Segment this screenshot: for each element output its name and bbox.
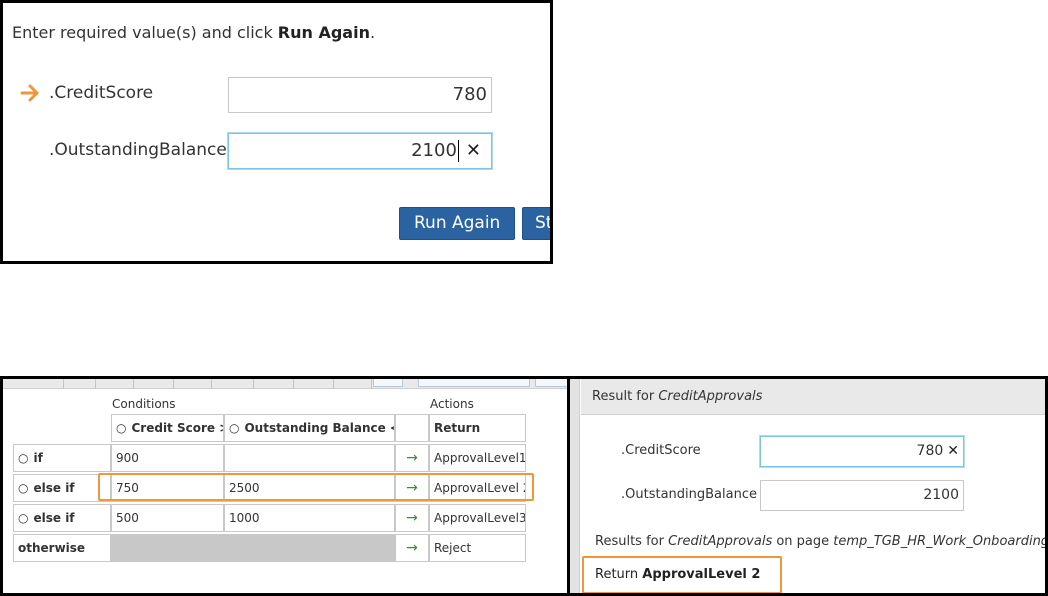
result-balance-input[interactable]: 2100 xyxy=(760,480,964,511)
cell-return-row4[interactable]: Reject xyxy=(429,534,526,562)
result-credit-score-input[interactable]: 780 ✕ xyxy=(760,436,964,467)
cell-balance-row4 xyxy=(224,534,395,562)
ring-icon: ○ xyxy=(18,451,29,465)
result-balance-value: 2100 xyxy=(923,487,959,503)
outstanding-balance-label: .OutstandingBalance xyxy=(49,140,227,160)
instruction-bold: Run Again xyxy=(277,23,370,42)
run-again-button[interactable]: Run Again xyxy=(399,207,516,240)
result-header-rule: CreditApprovals xyxy=(658,389,763,404)
cell-balance-row1[interactable] xyxy=(224,444,395,472)
cell-credit-row1[interactable]: 900 xyxy=(111,444,224,472)
ring-icon: ○ xyxy=(229,421,240,435)
actions-label: Actions xyxy=(430,397,474,411)
clear-icon[interactable]: ✕ xyxy=(947,443,959,459)
row-label-otherwise[interactable]: otherwise xyxy=(13,534,111,562)
result-header: Result for CreditApprovals xyxy=(581,379,1045,415)
row-label-text: else if xyxy=(33,511,75,525)
secondary-button[interactable]: St xyxy=(522,207,550,240)
credit-score-value: 780 xyxy=(452,84,487,105)
results-page: temp_TGB_HR_Work_Onboarding xyxy=(833,534,1048,549)
column-header-outstanding-balance[interactable]: ○ Outstanding Balance < xyxy=(224,414,395,442)
results-summary: Results for CreditApprovals on page temp… xyxy=(595,534,1048,549)
arrow-right-icon: → xyxy=(395,504,429,532)
run-again-dialog: Enter required value(s) and click Run Ag… xyxy=(0,0,553,264)
instruction-prefix: Enter required value(s) and click xyxy=(12,23,278,42)
arrow-right-icon: → xyxy=(395,444,429,472)
cell-return-row3[interactable]: ApprovalLevel3 xyxy=(429,504,526,532)
instruction-text: Enter required value(s) and click Run Ag… xyxy=(12,23,375,42)
row-label-text: if xyxy=(33,451,43,465)
ring-icon: ○ xyxy=(18,481,29,495)
instruction-suffix: . xyxy=(369,23,376,42)
result-balance-label: .OutstandingBalance xyxy=(621,487,757,502)
row-label-if[interactable]: ○ if xyxy=(13,444,111,472)
decision-table-panel: Conditions Actions ○ Credit Score > ○ Outs… xyxy=(0,376,567,596)
arrow-right-icon: → xyxy=(395,534,429,562)
return-value: ApprovalLevel 2 xyxy=(642,567,761,582)
cell-credit-row4 xyxy=(111,534,224,562)
text-caret xyxy=(457,140,459,162)
result-panel: Result for CreditApprovals .CreditScore … xyxy=(567,376,1048,596)
arrow-right-icon xyxy=(20,84,39,102)
return-prefix: Return xyxy=(595,567,643,582)
result-header-prefix: Result for xyxy=(592,389,659,404)
cell-balance-row3[interactable]: 1000 xyxy=(224,504,395,532)
cell-return-row1[interactable]: ApprovalLevel1 xyxy=(429,444,526,472)
column-header-return[interactable]: Return xyxy=(429,414,526,442)
credit-score-input[interactable]: 780 xyxy=(228,77,492,113)
outstanding-balance-value: 2100 xyxy=(411,140,457,161)
row-label-text: else if xyxy=(33,481,75,495)
results-prefix: Results for xyxy=(595,534,669,549)
cell-credit-row3[interactable]: 500 xyxy=(111,504,224,532)
return-value-highlight: Return ApprovalLevel 2 xyxy=(582,556,782,593)
column-header-credit-score[interactable]: ○ Credit Score > xyxy=(111,414,224,442)
row-label-else-if[interactable]: ○ else if xyxy=(13,504,111,532)
matched-row-highlight xyxy=(98,473,534,501)
outstanding-balance-input[interactable]: 2100 ✕ xyxy=(228,133,492,169)
panel-splitter[interactable] xyxy=(570,379,580,593)
conditions-label: Conditions xyxy=(112,397,176,411)
column-header-credit-score-label: Credit Score > xyxy=(131,421,224,435)
ring-icon: ○ xyxy=(18,511,29,525)
column-header-arrow xyxy=(395,414,429,442)
row-label-else-if[interactable]: ○ else if xyxy=(13,474,111,502)
column-header-outstanding-balance-label: Outstanding Balance < xyxy=(244,421,395,435)
clear-icon[interactable]: ✕ xyxy=(466,134,481,168)
result-credit-score-label: .CreditScore xyxy=(621,443,701,458)
result-credit-score-value: 780 xyxy=(916,443,944,459)
results-rule: CreditApprovals xyxy=(668,534,773,549)
toolbar-strip xyxy=(3,379,567,389)
credit-score-label: .CreditScore xyxy=(49,83,154,103)
results-mid: on page xyxy=(772,534,834,549)
ring-icon: ○ xyxy=(116,421,127,435)
